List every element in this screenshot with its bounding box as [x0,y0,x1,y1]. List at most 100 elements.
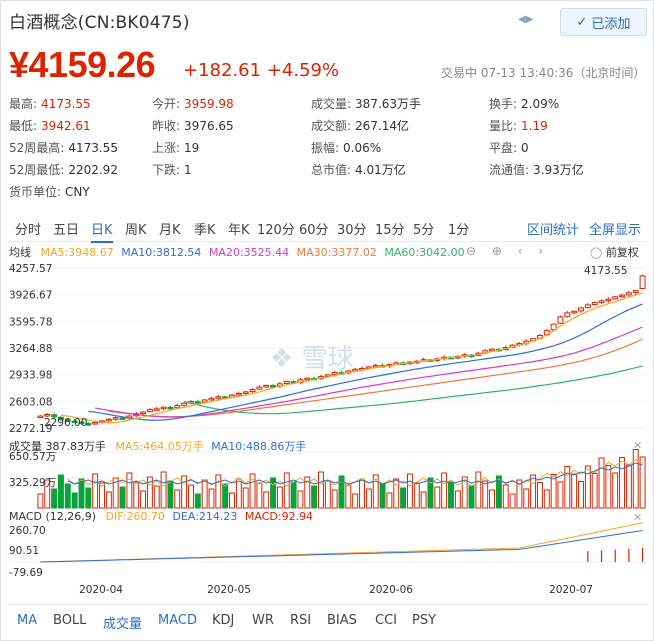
x-axis-label: 2020-07 [549,584,593,596]
stat-value: CNY [65,185,90,199]
candle-body [235,393,242,396]
stat-value: 0 [521,141,529,155]
candle-body [112,417,119,420]
macd-axis-label: 90.51 [9,545,39,557]
price-axis-label: 4257.57 [9,263,52,275]
stat-value: 1 [184,163,192,177]
volume-bar [187,484,194,509]
stat-item: 52周最低: 2202.92 [9,161,118,178]
stat-value: 4.01万亿 [355,163,406,177]
volume-bar [632,449,639,509]
period-tab[interactable]: 15分 [375,219,405,238]
close-macd-icon[interactable]: ✕ [633,511,642,524]
period-tab[interactable]: 1分 [448,219,469,238]
volume-bar [578,481,584,509]
stat-value: 3976.65 [184,119,234,133]
volume-bar [475,471,482,509]
period-tab[interactable]: 年K [228,219,250,238]
volume-bar [99,482,105,509]
share-icon[interactable]: ◀▶ [518,14,533,25]
watermark-logo-icon: ❖ [270,344,294,374]
chart-action-link[interactable]: 全屏显示 [589,219,641,238]
candle-body [639,275,646,289]
stat-label: 今开: [152,97,181,111]
volume-bar [140,490,147,509]
volume-bar [270,477,277,509]
volume-bar [536,482,543,509]
stat-value: 3959.98 [184,97,234,111]
indicator-tab[interactable]: WR [252,613,274,628]
current-price: ¥4159.26 [9,44,156,85]
stat-value: 2202.92 [68,163,118,177]
indicator-tab[interactable]: BIAS [327,613,357,628]
chart-action-link[interactable]: 区间统计 [527,219,579,238]
check-icon: ✓ [576,14,588,30]
macd-dif-line [40,522,643,563]
indicator-tab[interactable]: MA [17,613,37,628]
period-tab[interactable]: 周K [125,219,147,238]
macd-dea: DEA:214.23 [172,510,238,523]
stat-item: 上涨: 19 [152,139,199,156]
indicator-tab[interactable]: 成交量 [103,613,142,632]
indicator-tab[interactable]: KDJ [212,613,234,628]
volume-bar [612,472,619,509]
volume-bar [598,457,605,509]
volume-bar [523,488,530,509]
period-tab[interactable]: 60分 [299,219,329,238]
volume-bar [242,487,249,509]
price-axis-label: 3926.67 [9,290,52,302]
x-axis-label: 2020-04 [79,584,123,596]
stat-label: 总市值: [311,163,352,177]
follow-button[interactable]: ✓ 已添加 [560,8,647,36]
volume-bar [359,479,365,509]
period-tab[interactable]: 5分 [413,219,434,238]
volume-bar [386,492,393,509]
close-volume-icon[interactable]: ✕ [633,439,642,452]
indicator-tab[interactable]: RSI [290,613,311,628]
stat-label: 换手: [489,97,518,111]
period-tab[interactable]: 季K [194,219,216,238]
stat-label: 上涨: [152,141,181,155]
candle-body [146,409,153,413]
period-tab[interactable]: 日K [91,219,113,243]
kline-chart[interactable]: 4257.57 3926.67 3595.78 3264.88 2933.98 2603.… [0,256,654,602]
candle-body [283,380,290,384]
stat-item: 最低: 3942.61 [9,117,91,134]
indicator-tab[interactable]: BOLL [53,613,86,628]
period-tabs: 分时 五日 日K 周K 月K 季K 年K 120分 60分 30分 15分 5分 1分 区间统计 全屏显示 [9,215,647,243]
period-tab[interactable]: 五日 [53,219,79,238]
volume-bar [153,485,160,509]
volume-bar [345,484,352,509]
indicator-tab[interactable]: PSY [412,613,436,628]
stat-label: 下跌: [152,163,181,177]
volume-bar [208,488,215,509]
stat-value: 3942.61 [41,119,91,133]
stock-title: 白酒概念(CN:BK0475) [9,13,190,33]
stat-value: 4173.55 [68,141,118,155]
volume-bar [379,483,386,509]
volume-bar [557,481,564,509]
candle-body [625,292,632,296]
macd-axis-label: 260.70 [9,525,46,537]
volume-legend: 成交量 387.83万手 MA5:464.05万手 MA10:488.86万手 [9,438,306,454]
min-price-label: 2296.00 [44,417,87,429]
volume-bar [448,481,454,509]
volume-bar [413,482,420,509]
volume-bar [174,489,181,509]
indicator-tab[interactable]: CCI [375,613,397,628]
volume-bar [64,483,71,509]
period-tab[interactable]: 120分 [257,219,295,238]
volume-bar [37,493,44,509]
stat-value: 4173.55 [41,97,91,111]
candle-body [44,413,51,417]
candle-body [605,298,612,302]
period-tab[interactable]: 分时 [15,219,41,238]
stat-label: 流通值: [489,163,530,177]
volume-bar [181,475,188,509]
volume-bar [92,473,99,509]
candle-body [612,296,619,300]
period-tab[interactable]: 月K [159,219,181,238]
volume-bar [201,479,208,509]
indicator-tab[interactable]: MACD [158,613,197,628]
period-tab[interactable]: 30分 [337,219,367,238]
